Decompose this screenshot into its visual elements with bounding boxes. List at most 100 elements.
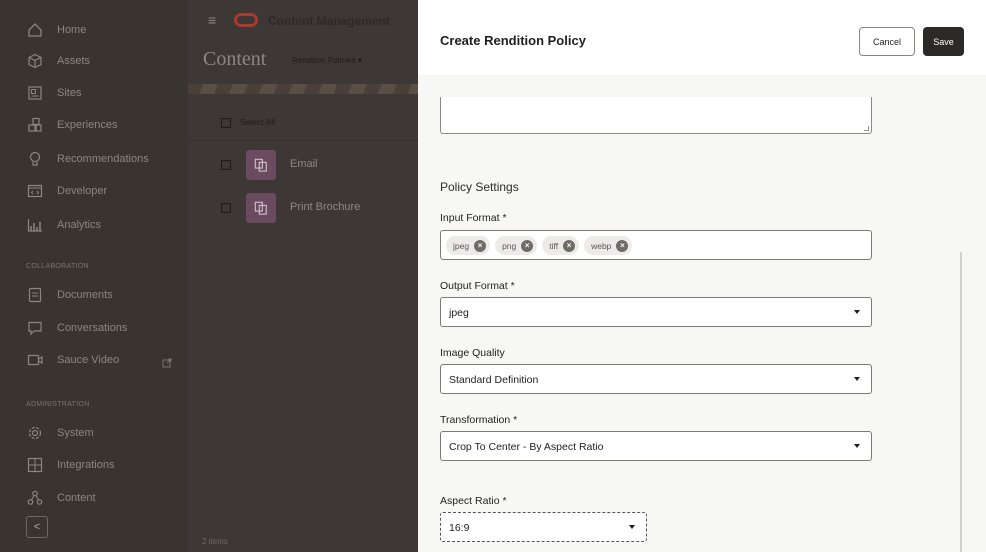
output-format-value: jpeg <box>449 307 469 319</box>
chevron-down-icon <box>854 377 860 381</box>
drawer-title: Create Rendition Policy <box>440 33 586 48</box>
list-item[interactable]: Email <box>188 145 418 185</box>
input-format-label: Input Format * <box>440 212 507 224</box>
aspect-ratio-select[interactable]: 16:9 <box>440 512 647 542</box>
select-all-label: Select All <box>240 117 275 127</box>
section-title: Policy Settings <box>440 180 519 194</box>
remove-chip-icon[interactable]: × <box>616 239 629 252</box>
sidebar-item-label: Developer <box>57 185 108 197</box>
transformation-label: Transformation * <box>440 414 518 426</box>
aspect-ratio-value: 16:9 <box>449 522 470 534</box>
format-chip: jpeg × <box>446 236 491 255</box>
app-title: Content Management <box>268 14 391 28</box>
conversations-icon <box>26 319 44 337</box>
list-item-name: Print Brochure <box>290 201 361 213</box>
drawer-scrollbar[interactable] <box>960 252 962 552</box>
item-count: 2 items <box>202 537 228 546</box>
sidebar-item-label: Analytics <box>57 219 102 231</box>
aspect-ratio-label: Aspect Ratio * <box>440 495 507 507</box>
recommendations-icon <box>26 150 44 168</box>
experiences-icon <box>26 116 44 134</box>
output-format-select[interactable]: jpeg <box>440 297 872 327</box>
left-sidebar: Home Assets Sites Experiences Recommenda… <box>0 0 188 552</box>
sidebar-item-label: Sites <box>57 87 82 99</box>
chevron-down-icon <box>629 525 635 529</box>
format-chip: webp × <box>584 236 633 255</box>
sidebar-item-label: Home <box>57 24 87 36</box>
remove-chip-icon[interactable]: × <box>563 239 576 252</box>
sidebar-section-administration: ADMINISTRATION <box>26 401 90 408</box>
sidebar-section-collaboration: COLLABORATION <box>26 263 89 270</box>
row-checkbox[interactable] <box>221 160 231 170</box>
developer-icon <box>26 182 44 200</box>
oracle-logo <box>234 13 258 27</box>
chip-label: webp <box>591 240 612 251</box>
transformation-value: Crop To Center - By Aspect Ratio <box>449 441 604 453</box>
sidebar-item-conversations[interactable]: Conversations <box>0 314 180 342</box>
drawer-header: Create Rendition Policy Cancel Save <box>418 0 986 75</box>
integrations-icon <box>26 456 44 474</box>
rendition-policies-dropdown[interactable]: Rendition Policies ▾ <box>292 56 362 65</box>
select-all-row: Select All <box>188 105 418 141</box>
external-link-icon <box>162 355 172 368</box>
sidebar-item-content[interactable]: Content <box>0 484 180 512</box>
header-banner <box>188 84 418 94</box>
policy-thumbnail-icon <box>246 193 276 223</box>
input-format-field[interactable]: jpeg × png × tiff × webp × <box>440 230 872 260</box>
chip-label: png <box>502 240 517 251</box>
sidebar-item-developer[interactable]: Developer <box>0 177 180 205</box>
transformation-select[interactable]: Crop To Center - By Aspect Ratio <box>440 431 872 461</box>
save-button[interactable]: Save <box>923 27 964 56</box>
sidebar-item-label: Documents <box>57 289 113 301</box>
sidebar-item-assets[interactable]: Assets <box>0 47 180 75</box>
sidebar-item-label: System <box>57 427 94 439</box>
chevron-left-icon: < <box>33 521 41 533</box>
chip-label: jpeg <box>453 240 470 251</box>
sidebar-item-analytics[interactable]: Analytics <box>0 211 180 239</box>
format-chip: png × <box>495 236 538 255</box>
cancel-button[interactable]: Cancel <box>859 27 915 56</box>
app-header: ≡ Content Management <box>188 0 418 40</box>
remove-chip-icon[interactable]: × <box>521 239 534 252</box>
chevron-down-icon <box>854 310 860 314</box>
sidebar-item-integrations[interactable]: Integrations <box>0 451 180 479</box>
sidebar-item-label: Recommendations <box>57 153 149 165</box>
chip-label: tiff <box>549 240 559 251</box>
sidebar-item-sauce-video[interactable]: Sauce Video <box>0 346 180 374</box>
hamburger-menu-icon[interactable]: ≡ <box>208 12 216 28</box>
select-all-checkbox[interactable] <box>221 118 231 128</box>
description-textarea[interactable] <box>440 97 872 134</box>
page-title: Content <box>203 48 267 70</box>
image-quality-label: Image Quality <box>440 347 505 359</box>
resize-handle-icon[interactable] <box>864 126 869 131</box>
sidebar-item-label: Content <box>57 492 96 504</box>
list-item[interactable]: Print Brochure <box>188 188 418 228</box>
analytics-icon <box>26 216 44 234</box>
assets-icon <box>26 52 44 70</box>
sidebar-item-label: Experiences <box>57 119 118 131</box>
sidebar-item-experiences[interactable]: Experiences <box>0 111 180 139</box>
sidebar-item-home[interactable]: Home <box>0 16 180 44</box>
home-icon <box>26 21 44 39</box>
sidebar-item-system[interactable]: System <box>0 419 180 447</box>
output-format-label: Output Format * <box>440 280 515 292</box>
collapse-sidebar-button[interactable]: < <box>26 516 48 538</box>
sidebar-item-recommendations[interactable]: Recommendations <box>0 145 180 173</box>
sidebar-item-sites[interactable]: Sites <box>0 79 180 107</box>
format-chip: tiff × <box>542 236 580 255</box>
sidebar-item-documents[interactable]: Documents <box>0 281 180 309</box>
create-rendition-policy-drawer: Create Rendition Policy Cancel Save Poli… <box>418 0 986 552</box>
sites-icon <box>26 84 44 102</box>
image-quality-select[interactable]: Standard Definition <box>440 364 872 394</box>
sidebar-item-label: Sauce Video <box>57 354 120 366</box>
list-item-name: Email <box>290 158 318 170</box>
chevron-down-icon <box>854 444 860 448</box>
image-quality-value: Standard Definition <box>449 374 539 386</box>
content-icon <box>26 489 44 507</box>
sidebar-item-label: Integrations <box>57 459 115 471</box>
sidebar-item-label: Assets <box>57 55 91 67</box>
sidebar-item-label: Conversations <box>57 322 128 334</box>
remove-chip-icon[interactable]: × <box>474 239 487 252</box>
row-checkbox[interactable] <box>221 203 231 213</box>
policy-thumbnail-icon <box>246 150 276 180</box>
